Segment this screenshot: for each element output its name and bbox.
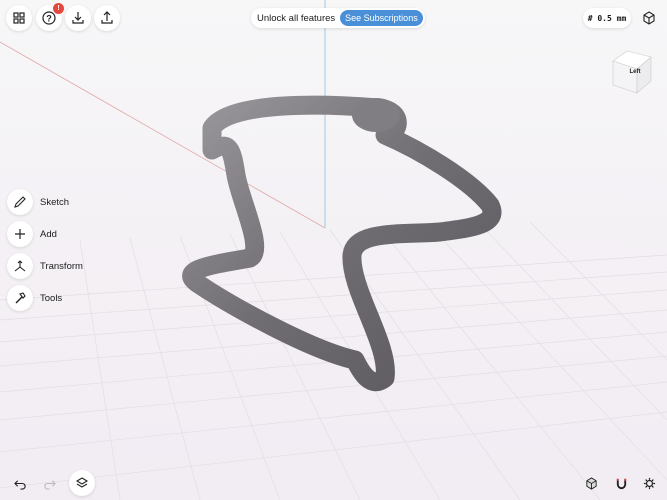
tool-sketch[interactable]: Sketch — [7, 189, 69, 215]
tool-tools-label: Tools — [40, 292, 63, 304]
promo-text: Unlock all features — [257, 12, 336, 24]
plus-icon — [15, 229, 25, 239]
3d-model[interactable] — [0, 0, 667, 500]
redo-icon — [43, 479, 56, 490]
svg-text:?: ? — [46, 14, 52, 24]
export-button[interactable] — [94, 5, 120, 31]
gear-icon — [643, 477, 655, 489]
snap-button[interactable] — [610, 472, 632, 494]
tool-transform[interactable]: Transform — [7, 253, 83, 279]
import-button[interactable] — [65, 5, 91, 31]
view-settings-button[interactable] — [636, 5, 662, 31]
help-badge: ! — [53, 3, 64, 14]
cube-view-icon — [643, 11, 655, 25]
tool-add-label: Add — [40, 228, 57, 240]
question-icon: ? — [42, 11, 56, 25]
layers-button[interactable] — [69, 470, 95, 496]
layers-icon — [75, 477, 89, 488]
undo-button[interactable] — [9, 472, 31, 494]
download-icon — [72, 12, 84, 24]
grid-icon — [13, 12, 25, 24]
tool-tools[interactable]: Tools — [7, 285, 62, 311]
projects-button[interactable] — [6, 5, 32, 31]
redo-button[interactable] — [38, 472, 60, 494]
tool-sketch-label: Sketch — [40, 196, 70, 208]
transform-icon — [14, 260, 26, 272]
view-cube-face-label: Left — [630, 69, 641, 75]
subscription-banner: Unlock all features See Subscriptions — [251, 8, 425, 28]
view-cube[interactable]: Left — [607, 47, 655, 97]
see-subscriptions-button[interactable]: See Subscriptions — [340, 10, 423, 26]
settings-button[interactable] — [638, 472, 660, 494]
upload-icon — [101, 11, 113, 24]
magnet-icon — [616, 478, 626, 489]
undo-icon — [13, 479, 26, 490]
tool-transform-label: Transform — [40, 260, 83, 272]
grid-size-button[interactable]: # 0.5 mm — [583, 8, 631, 28]
material-cube-icon — [585, 476, 597, 490]
materials-button[interactable] — [580, 472, 602, 494]
hammer-icon — [15, 292, 26, 304]
tool-add[interactable]: Add — [7, 221, 57, 247]
pencil-icon — [14, 196, 26, 208]
